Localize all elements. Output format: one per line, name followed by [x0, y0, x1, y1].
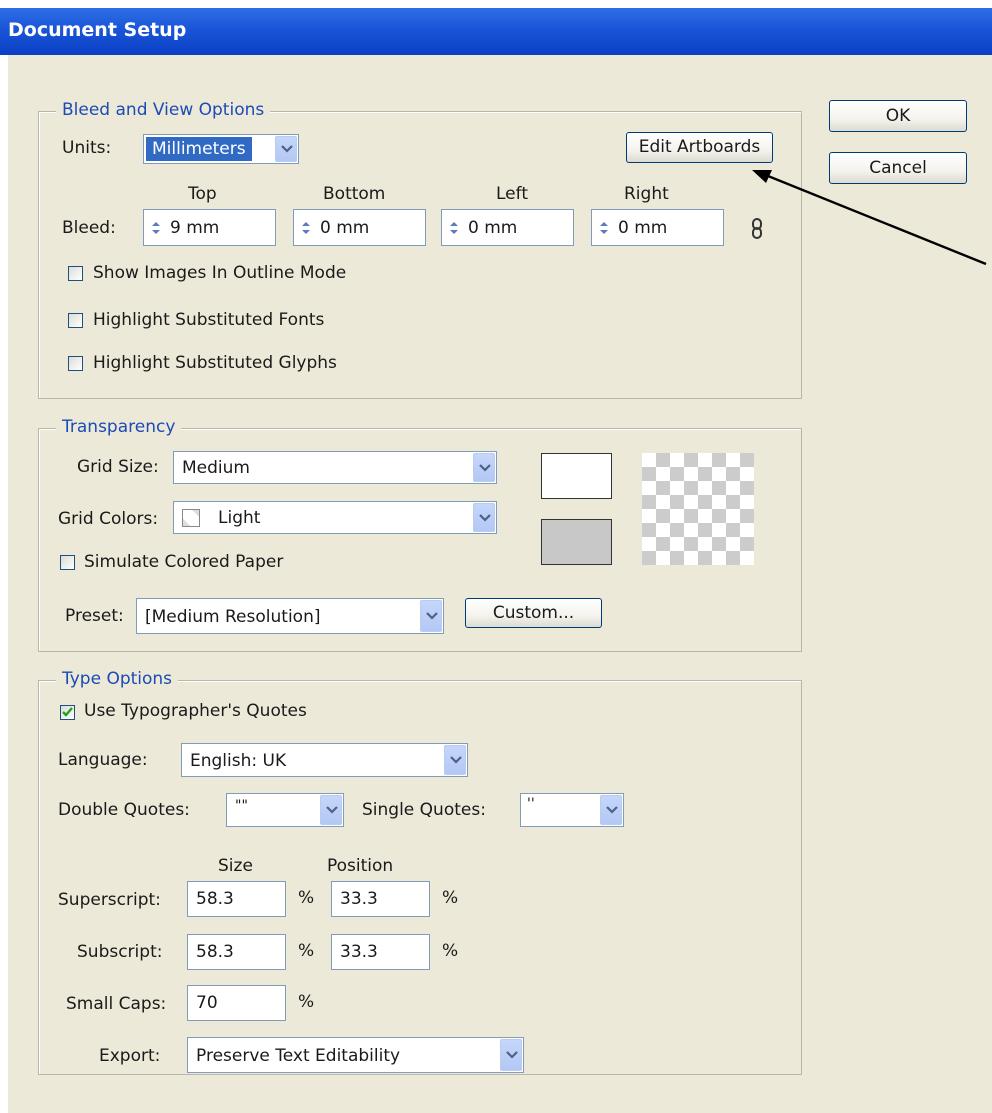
bleed-right-value: 0 mm [618, 218, 668, 238]
bleed-label: Bleed: [62, 218, 116, 238]
type-options-group [38, 680, 802, 1075]
superscript-position-percent: % [442, 888, 459, 908]
simulate-colored-paper-label: Simulate Colored Paper [84, 552, 284, 572]
small-caps-label: Small Caps: [66, 994, 167, 1014]
language-value: English: UK [190, 751, 287, 771]
bleed-top-field[interactable]: 9 mm [143, 209, 276, 246]
spinner-arrows-icon[interactable] [448, 220, 460, 236]
highlight-fonts-label: Highlight Substituted Fonts [93, 310, 325, 330]
show-images-outline-checkbox[interactable] [68, 266, 83, 281]
export-label: Export: [99, 1046, 161, 1066]
grid-colors-select[interactable]: Light [173, 501, 497, 534]
single-quotes-select[interactable]: '' [520, 793, 624, 827]
checkmark-icon [62, 707, 73, 717]
small-caps-percent: % [298, 992, 315, 1012]
units-label: Units: [62, 138, 112, 158]
light-color-swatch[interactable] [541, 453, 612, 499]
use-typographers-quotes-label: Use Typographer's Quotes [84, 701, 307, 721]
chevron-down-icon[interactable] [500, 1039, 522, 1071]
transparency-grid-preview [642, 453, 754, 565]
subscript-position-field[interactable]: 33.3 [331, 934, 430, 970]
chevron-down-icon[interactable] [473, 503, 495, 532]
chevron-down-icon[interactable] [600, 795, 622, 825]
bleed-top-header: Top [188, 184, 217, 204]
superscript-size-percent: % [298, 888, 315, 908]
spinner-arrows-icon[interactable] [598, 220, 610, 236]
export-value: Preserve Text Editability [196, 1046, 401, 1066]
units-value: Millimeters [146, 137, 252, 161]
cancel-button[interactable]: Cancel [829, 152, 967, 184]
chevron-down-icon[interactable] [320, 795, 342, 825]
light-grid-swatch-icon [182, 509, 200, 527]
superscript-size-field[interactable]: 58.3 [187, 881, 286, 917]
simulate-colored-paper-checkbox[interactable] [60, 555, 75, 570]
chevron-down-icon[interactable] [420, 600, 442, 632]
single-quotes-value: '' [527, 796, 535, 812]
bleed-left-value: 0 mm [468, 218, 518, 238]
transparency-legend: Transparency [56, 417, 182, 437]
language-select[interactable]: English: UK [181, 743, 468, 777]
preset-select[interactable]: [Medium Resolution] [136, 598, 444, 634]
bleed-top-value: 9 mm [170, 218, 220, 238]
superscript-label: Superscript: [58, 890, 161, 910]
edit-artboards-button[interactable]: Edit Artboards [626, 132, 773, 163]
export-select[interactable]: Preserve Text Editability [187, 1037, 524, 1073]
bleed-bottom-value: 0 mm [320, 218, 370, 238]
bleed-left-header: Left [496, 184, 528, 204]
position-header: Position [327, 856, 394, 876]
units-select[interactable]: Millimeters [143, 134, 299, 164]
language-label: Language: [58, 750, 148, 770]
bleed-bottom-header: Bottom [323, 184, 386, 204]
size-header: Size [218, 856, 253, 876]
double-quotes-select[interactable]: "" [226, 793, 344, 827]
show-images-outline-label: Show Images In Outline Mode [93, 263, 347, 283]
subscript-position-percent: % [442, 941, 459, 961]
double-quotes-label: Double Quotes: [58, 800, 190, 820]
title-bar: Document Setup [0, 8, 992, 55]
grid-colors-value: Light [218, 508, 261, 528]
subscript-label: Subscript: [77, 942, 163, 962]
custom-button[interactable]: Custom... [465, 598, 602, 628]
superscript-position-field[interactable]: 33.3 [331, 881, 430, 917]
highlight-glyphs-label: Highlight Substituted Glyphs [93, 353, 337, 373]
single-quotes-label: Single Quotes: [362, 800, 486, 820]
preset-value: [Medium Resolution] [145, 607, 321, 627]
grid-size-select[interactable]: Medium [173, 451, 497, 484]
dark-color-swatch[interactable] [541, 519, 612, 565]
subscript-size-field[interactable]: 58.3 [187, 934, 286, 970]
ok-button[interactable]: OK [829, 100, 967, 132]
grid-colors-label: Grid Colors: [58, 509, 159, 529]
chevron-down-icon[interactable] [473, 453, 495, 482]
window-top-strip [0, 0, 992, 8]
bleed-bottom-field[interactable]: 0 mm [293, 209, 426, 246]
spinner-arrows-icon[interactable] [150, 220, 162, 236]
window-title: Document Setup [8, 19, 187, 41]
bleed-left-field[interactable]: 0 mm [441, 209, 574, 246]
small-caps-field[interactable]: 70 [187, 985, 286, 1021]
bleed-view-legend: Bleed and View Options [56, 100, 271, 120]
use-typographers-quotes-checkbox[interactable] [60, 705, 75, 720]
highlight-glyphs-checkbox[interactable] [68, 356, 83, 371]
highlight-fonts-checkbox[interactable] [68, 313, 83, 328]
chevron-down-icon[interactable] [444, 745, 466, 775]
preset-label: Preset: [65, 606, 124, 626]
bleed-right-field[interactable]: 0 mm [591, 209, 724, 246]
chain-link-icon[interactable] [750, 218, 764, 240]
type-options-legend: Type Options [56, 669, 179, 689]
bleed-right-header: Right [624, 184, 669, 204]
grid-size-label: Grid Size: [77, 457, 159, 477]
subscript-size-percent: % [298, 941, 315, 961]
grid-size-value: Medium [182, 458, 250, 478]
chevron-down-icon[interactable] [275, 136, 297, 162]
spinner-arrows-icon[interactable] [300, 220, 312, 236]
double-quotes-value: "" [235, 798, 248, 814]
